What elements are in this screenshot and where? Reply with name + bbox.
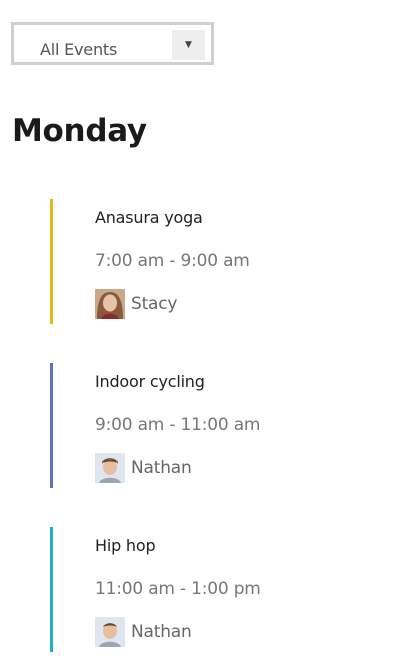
triangle-down-icon: ▼ [185,40,192,50]
nathan-avatar-icon [95,453,125,483]
event-time: 11:00 am - 1:00 pm [95,579,261,599]
nathan-avatar-icon [95,617,125,647]
stacy-avatar-icon [95,289,125,319]
dropdown-button[interactable]: ▼ [172,30,205,60]
event-item-anasura-yoga[interactable]: Anasura yoga 7:00 am - 9:00 am Stacy [50,199,390,324]
event-host[interactable]: Stacy [95,289,177,319]
event-host[interactable]: Nathan [95,453,192,483]
event-color-bar [50,363,53,488]
event-title[interactable]: Anasura yoga [95,208,203,227]
event-title[interactable]: Hip hop [95,536,156,555]
event-time: 7:00 am - 9:00 am [95,251,250,271]
event-host[interactable]: Nathan [95,617,192,647]
day-heading: Monday [12,113,147,149]
event-title[interactable]: Indoor cycling [95,372,205,391]
host-name: Nathan [131,622,192,642]
host-name: Nathan [131,458,192,478]
event-time: 9:00 am - 11:00 am [95,415,261,435]
event-color-bar [50,199,53,324]
event-filter-value: All Events [40,40,118,59]
event-item-hip-hop[interactable]: Hip hop 11:00 am - 1:00 pm Nathan [50,527,390,652]
event-color-bar [50,527,53,652]
host-name: Stacy [131,294,178,314]
event-filter-select[interactable]: All Events ▼ [11,22,214,65]
event-item-indoor-cycling[interactable]: Indoor cycling 9:00 am - 11:00 am Nathan [50,363,390,488]
